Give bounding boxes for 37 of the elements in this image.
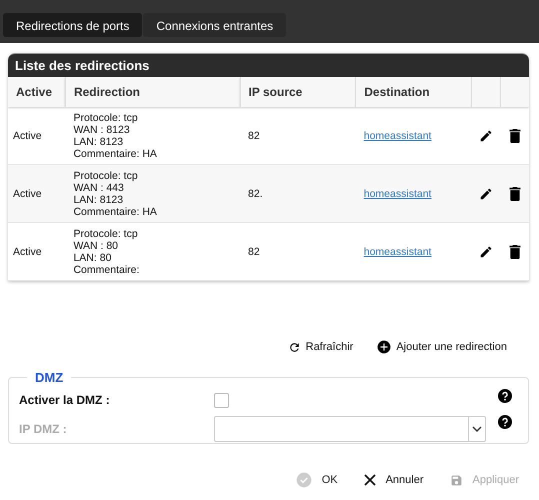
edit-icon[interactable]	[479, 128, 494, 142]
caret-icon	[472, 426, 482, 432]
field-label: IP DMZ :	[19, 422, 68, 436]
field-label: Activer la DMZ :	[19, 393, 111, 407]
help-icon[interactable]	[498, 389, 512, 403]
column-header: Destination	[356, 77, 472, 107]
save-icon	[450, 474, 463, 486]
panel-title: Liste des redirections	[15, 58, 150, 73]
column-header: Redirection	[65, 77, 240, 107]
destination-link[interactable]: homeassistant	[364, 246, 432, 258]
table-cell: 82.	[240, 164, 356, 222]
table-cell: Protocole: tcp WAN : 80 LAN: 80 Commentaire:	[65, 222, 240, 280]
section-title: DMZ	[34, 370, 64, 385]
table-cell: Protocole: tcp WAN : 443 LAN: 8123 Commentaire: HA	[65, 164, 240, 222]
table-cell: Active	[8, 222, 66, 280]
delete-icon[interactable]	[508, 128, 521, 142]
check-icon	[296, 472, 312, 488]
close-icon	[364, 474, 376, 486]
cancel-button[interactable]: Annuler	[362, 470, 426, 490]
tab[interactable]: Redirections de ports	[3, 13, 142, 37]
table-cell: Active	[8, 164, 66, 222]
tab[interactable]: Connexions entrantes	[143, 13, 286, 37]
destination-link[interactable]: homeassistant	[364, 130, 432, 142]
refresh-icon	[288, 340, 301, 354]
edit-icon[interactable]	[479, 186, 494, 200]
destination-link[interactable]: homeassistant	[364, 188, 432, 200]
delete-icon[interactable]	[508, 244, 521, 258]
add-icon	[377, 340, 392, 354]
help-icon[interactable]	[498, 415, 512, 429]
edit-icon[interactable]	[479, 244, 494, 258]
column-header: Active	[8, 77, 66, 107]
add-button[interactable]: Ajouter une redirection	[375, 338, 509, 356]
delete-icon[interactable]	[508, 186, 521, 200]
refresh-button[interactable]: Rafraîchir	[286, 338, 356, 356]
table-cell: 82	[240, 222, 356, 280]
checkbox[interactable]	[214, 392, 229, 408]
column-header: IP source	[240, 77, 356, 107]
